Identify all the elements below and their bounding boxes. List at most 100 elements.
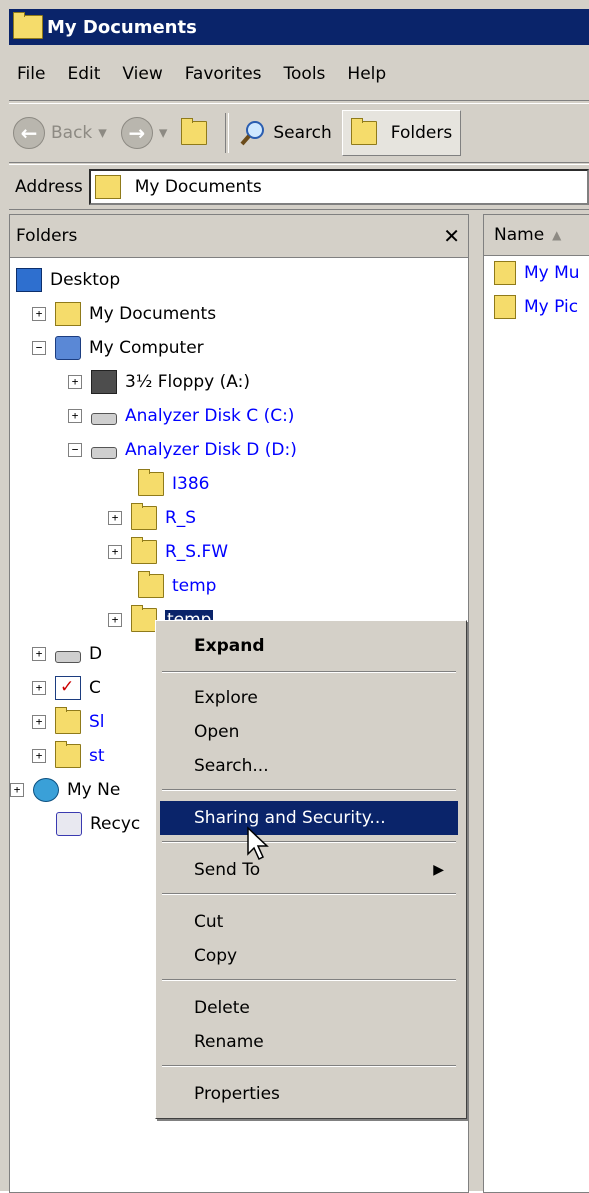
computer-icon (55, 336, 81, 360)
floppy-icon (91, 370, 117, 394)
context-menu: Expand Explore Open Search... Sharing an… (155, 620, 467, 1119)
tree-item-floppy[interactable]: + 3½ Floppy (A:) (68, 367, 250, 397)
menu-item-explore[interactable]: Explore (160, 681, 458, 715)
list-item[interactable]: My Mu (494, 261, 580, 285)
tree-item-my-computer[interactable]: − My Computer (32, 333, 204, 363)
my-pictures-icon (494, 295, 516, 319)
menu-item-search[interactable]: Search... (160, 749, 458, 783)
expand-icon[interactable]: + (32, 749, 46, 763)
address-bar: Address My Documents (9, 164, 589, 210)
tree-label: My Ne (67, 780, 121, 800)
tree-item-my-network[interactable]: + My Ne (10, 775, 120, 805)
folders-label: Folders (390, 123, 453, 143)
menu-file[interactable]: File (9, 64, 56, 84)
expand-icon[interactable]: + (108, 613, 122, 627)
my-documents-icon (94, 175, 121, 199)
desktop-icon (16, 268, 42, 292)
menu-item-send-to[interactable]: Send To ▶ (160, 853, 458, 887)
toolbar: ← Back ▾ → ▾ Search Folders (9, 103, 589, 163)
tree-item-d[interactable]: + D (32, 639, 102, 669)
menu-item-cut[interactable]: Cut (160, 905, 458, 939)
menu-item-sharing-security[interactable]: Sharing and Security... (160, 801, 458, 835)
folder-icon (131, 605, 157, 632)
folder-icon (55, 707, 81, 734)
expand-icon[interactable]: + (108, 545, 122, 559)
tree-label: Analyzer Disk D (D:) (125, 440, 297, 460)
menu-separator (162, 789, 456, 791)
drive-icon (91, 447, 117, 459)
expand-icon[interactable]: + (32, 715, 46, 729)
menu-separator (162, 979, 456, 981)
folder-icon (138, 571, 164, 598)
file-list-pane: Name ▲ My Mu My Pic (483, 214, 589, 1193)
tree-item-sl[interactable]: + Sl (32, 707, 105, 737)
folder-icon (55, 741, 81, 768)
menu-item-properties[interactable]: Properties (160, 1077, 458, 1111)
tree-item-r-s-fw[interactable]: + R_S.FW (108, 537, 228, 567)
window-title: My Documents (47, 16, 197, 38)
menu-favorites[interactable]: Favorites (174, 64, 273, 84)
back-arrow-icon: ← (13, 117, 45, 149)
address-input[interactable]: My Documents (88, 169, 589, 205)
menu-view[interactable]: View (111, 64, 173, 84)
tree-item-c[interactable]: + C (32, 673, 101, 703)
tree-label: C (89, 678, 101, 698)
tree-item-st[interactable]: + st (32, 741, 105, 771)
expand-icon[interactable]: + (10, 783, 24, 797)
search-button[interactable]: Search (235, 111, 335, 155)
menu-bar: File Edit View Favorites Tools Help (9, 48, 589, 101)
column-header-name[interactable]: Name ▲ (484, 215, 589, 256)
collapse-icon[interactable]: − (32, 341, 46, 355)
search-label: Search (273, 123, 332, 143)
folder-icon (138, 469, 164, 496)
tree-item-i386[interactable]: I386 (138, 469, 209, 499)
expand-icon[interactable]: + (32, 647, 46, 661)
tree-item-my-documents[interactable]: + My Documents (32, 299, 216, 329)
menu-help[interactable]: Help (336, 64, 397, 84)
recycle-bin-icon (56, 812, 82, 836)
expand-icon[interactable]: + (32, 307, 46, 321)
list-item[interactable]: My Pic (494, 295, 578, 319)
tree-label: temp (172, 576, 217, 596)
menu-separator (162, 671, 456, 673)
tree-label: R_S.FW (165, 542, 229, 562)
menu-item-copy[interactable]: Copy (160, 939, 458, 973)
menu-tools[interactable]: Tools (273, 64, 337, 84)
up-folder-icon (181, 118, 208, 145)
menu-item-expand[interactable]: Expand (160, 629, 458, 663)
tree-label: My Documents (89, 304, 217, 324)
menu-item-rename[interactable]: Rename (160, 1025, 458, 1059)
toolbar-separator (225, 113, 230, 153)
folder-icon (13, 12, 43, 39)
address-value: My Documents (134, 177, 262, 197)
forward-button[interactable]: → ▾ (117, 111, 172, 155)
menu-item-delete[interactable]: Delete (160, 991, 458, 1025)
back-button[interactable]: ← Back ▾ (9, 111, 111, 155)
menu-edit[interactable]: Edit (56, 64, 111, 84)
drive-icon (55, 651, 81, 663)
expand-icon[interactable]: + (68, 409, 82, 423)
chevron-down-icon: ▾ (158, 123, 168, 143)
column-name-label: Name (494, 225, 545, 245)
tree-item-disk-c[interactable]: + Analyzer Disk C (C:) (68, 401, 294, 431)
tree-item-recycle-bin[interactable]: Recyc (56, 809, 140, 839)
tree-item-r-s[interactable]: + R_S (108, 503, 196, 533)
tree-item-disk-d[interactable]: − Analyzer Disk D (D:) (68, 435, 297, 465)
back-label: Back (51, 123, 93, 143)
tree-item-temp[interactable]: temp (138, 571, 216, 601)
folders-button[interactable]: Folders (341, 110, 462, 156)
expand-icon[interactable]: + (68, 375, 82, 389)
menu-item-open[interactable]: Open (160, 715, 458, 749)
tree-label: Analyzer Disk C (C:) (125, 406, 295, 426)
menu-separator (162, 1065, 456, 1067)
tree-item-desktop[interactable]: Desktop (16, 265, 120, 295)
expand-icon[interactable]: + (108, 511, 122, 525)
title-bar[interactable]: My Documents (9, 9, 589, 45)
folders-icon (350, 118, 377, 145)
up-folder-button[interactable] (177, 111, 219, 155)
expand-icon[interactable]: + (32, 681, 46, 695)
list-item-label: My Pic (524, 297, 579, 317)
collapse-icon[interactable]: − (68, 443, 82, 457)
close-icon[interactable]: ✕ (443, 224, 460, 248)
tree-label: Recyc (90, 814, 141, 834)
